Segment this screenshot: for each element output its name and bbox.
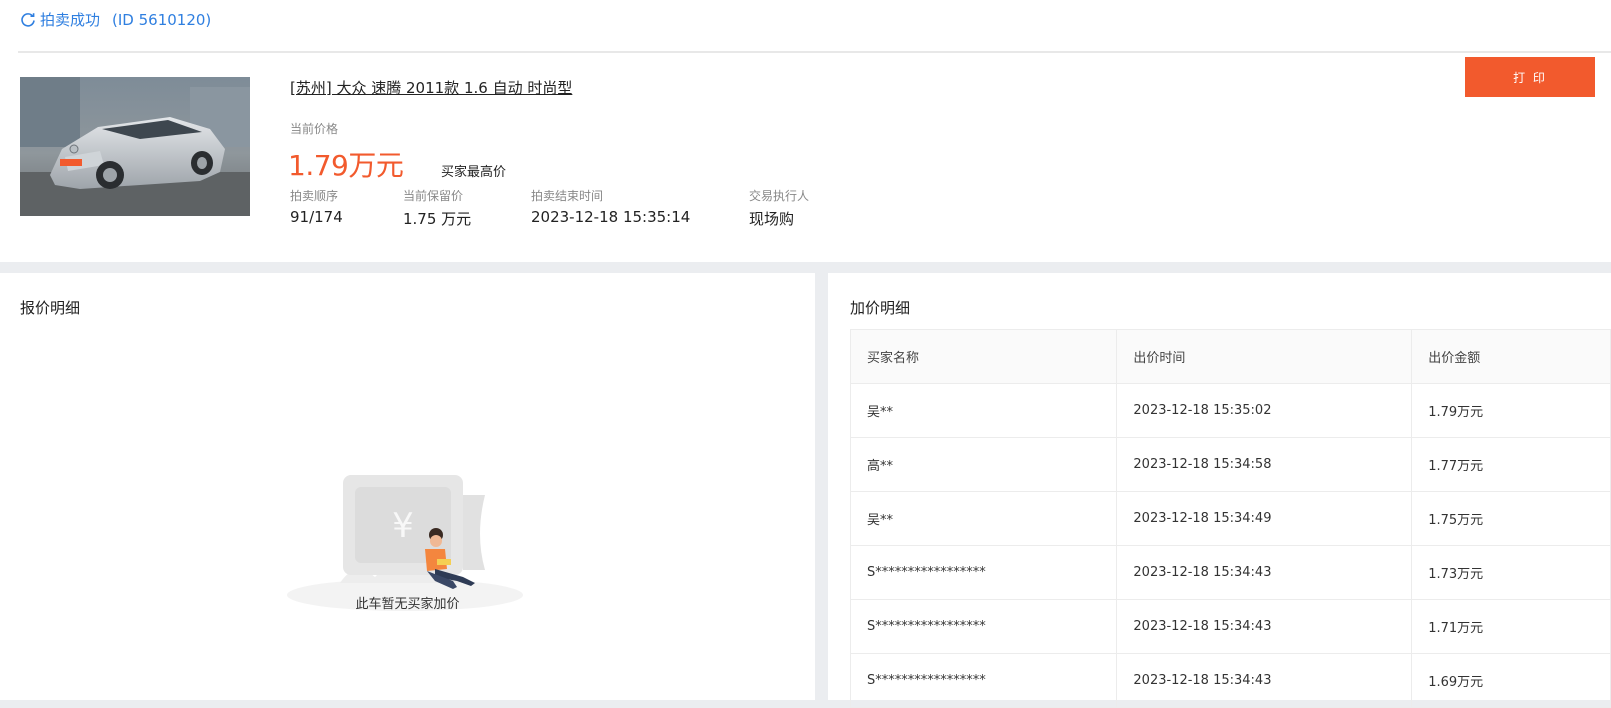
time-cell: 2023-12-18 15:34:43 <box>1116 653 1413 708</box>
buyer-cell: S***************** <box>849 653 1118 708</box>
current-price: 1.79万元 <box>288 149 404 182</box>
meta-auction-order: 拍卖顺序 91/174 <box>290 187 343 226</box>
car-title-link[interactable]: [苏州] 大众 速腾 2011款 1.6 自动 时尚型 <box>290 77 572 98</box>
amount-cell: 1.69万元 <box>1411 653 1611 708</box>
yen-icon: ¥ <box>392 506 414 546</box>
amount-cell: 1.75万元 <box>1411 491 1611 546</box>
time-cell: 2023-12-18 15:34:43 <box>1116 545 1413 600</box>
panel-title: 加价明细 <box>850 299 911 317</box>
buyer-cell: 吴** <box>849 383 1118 438</box>
column-header-buyer: 买家名称 <box>849 329 1118 384</box>
car-photo-illustration <box>20 77 250 216</box>
price-label: 当前价格 <box>290 122 339 136</box>
amount-cell: 1.73万元 <box>1411 545 1611 600</box>
meta-value: 2023-12-18 15:35:14 <box>531 208 691 226</box>
buyer-cell: S***************** <box>849 599 1118 654</box>
meta-value: 91/174 <box>290 208 343 226</box>
table-row: S***************** 2023-12-18 15:34:43 1… <box>849 653 1611 708</box>
meta-label: 交易执行人 <box>749 189 810 203</box>
auction-status: 拍卖成功 (ID 5610120) <box>20 9 211 30</box>
status-label: 拍卖成功 <box>40 11 101 29</box>
bid-detail-panel: 加价明细 买家名称 出价时间 出价金额 吴** 2023-12-18 15:35… <box>828 273 1611 708</box>
buyer-cell: 高** <box>849 437 1118 492</box>
refresh-icon <box>21 12 35 27</box>
time-cell: 2023-12-18 15:34:49 <box>1116 491 1413 546</box>
bid-table: 买家名称 出价时间 出价金额 吴** 2023-12-18 15:35:02 1… <box>849 329 1611 708</box>
price-note: 买家最高价 <box>441 165 507 180</box>
auction-id: (ID 5610120) <box>112 10 212 29</box>
column-header-time: 出价时间 <box>1116 329 1413 384</box>
table-header-row: 买家名称 出价时间 出价金额 <box>849 329 1611 384</box>
table-row: S***************** 2023-12-18 15:34:43 1… <box>849 545 1611 600</box>
table-row: 吴** 2023-12-18 15:35:02 1.79万元 <box>849 383 1611 438</box>
car-photo[interactable] <box>20 77 250 216</box>
meta-end-time: 拍卖结束时间 2023-12-18 15:35:14 <box>531 187 690 226</box>
buyer-cell: S***************** <box>849 545 1118 600</box>
amount-cell: 1.79万元 <box>1411 383 1611 438</box>
quote-detail-panel: 报价明细 ¥ 此车暂无买家加价 <box>0 273 815 700</box>
table-row: 吴** 2023-12-18 15:34:49 1.75万元 <box>849 491 1611 546</box>
table-row: S***************** 2023-12-18 15:34:43 1… <box>849 599 1611 654</box>
time-cell: 2023-12-18 15:35:02 <box>1116 383 1413 438</box>
auction-summary-card: 拍卖成功 (ID 5610120) [苏州] 大众 速腾 2011款 1.6 自… <box>0 0 1611 262</box>
amount-cell: 1.77万元 <box>1411 437 1611 492</box>
time-cell: 2023-12-18 15:34:43 <box>1116 599 1413 654</box>
panel-title: 报价明细 <box>20 299 81 317</box>
meta-value: 1.75 万元 <box>403 210 472 228</box>
meta-label: 拍卖顺序 <box>290 189 339 203</box>
divider <box>18 51 1611 53</box>
meta-executor: 交易执行人 现场购 <box>749 187 809 229</box>
meta-label: 当前保留价 <box>403 189 464 203</box>
print-button[interactable]: 打 印 <box>1465 57 1595 97</box>
meta-label: 拍卖结束时间 <box>531 189 604 203</box>
meta-reserve-price: 当前保留价 1.75 万元 <box>403 187 471 229</box>
column-header-amount: 出价金额 <box>1411 329 1611 384</box>
time-cell: 2023-12-18 15:34:58 <box>1116 437 1413 492</box>
empty-state-text: 此车暂无买家加价 <box>355 597 460 612</box>
amount-cell: 1.71万元 <box>1411 599 1611 654</box>
buyer-cell: 吴** <box>849 491 1118 546</box>
meta-value: 现场购 <box>749 210 795 228</box>
table-row: 高** 2023-12-18 15:34:58 1.77万元 <box>849 437 1611 492</box>
